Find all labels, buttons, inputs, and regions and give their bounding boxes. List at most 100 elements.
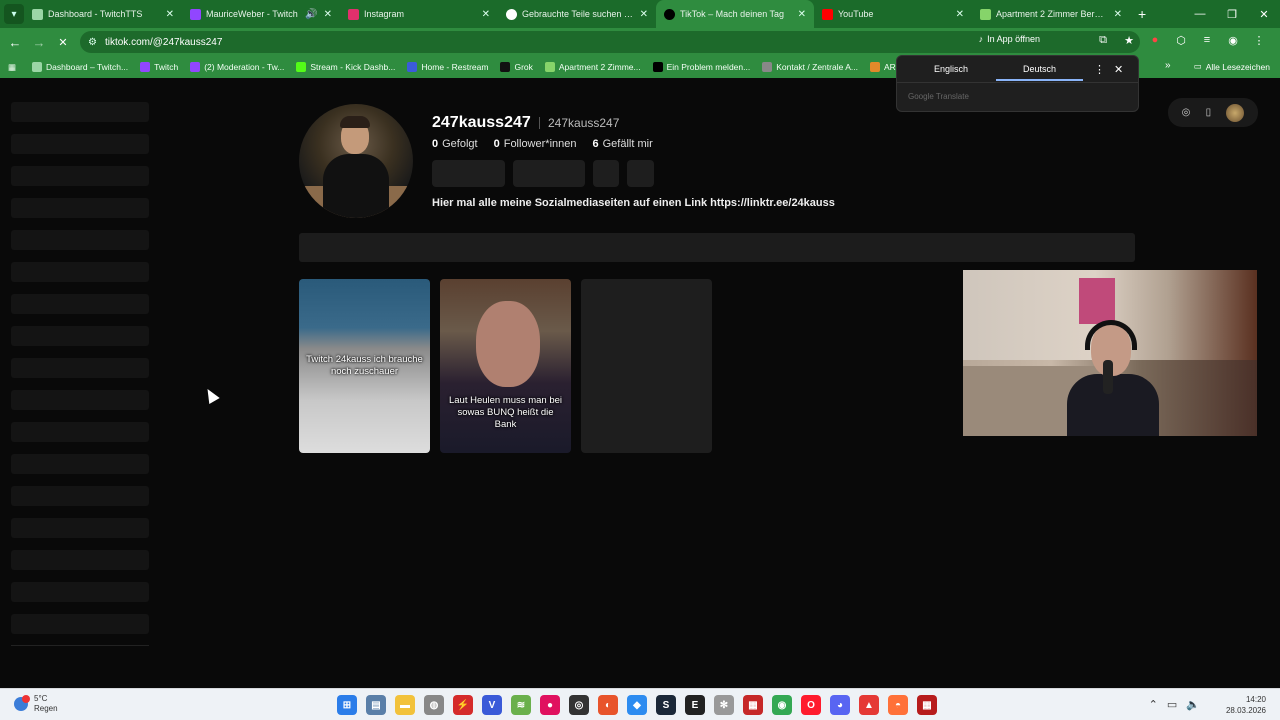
network-icon[interactable]: ▭ <box>1167 698 1177 711</box>
bookmark-favicon-icon <box>652 62 663 72</box>
gear-app-icon[interactable]: ✻ <box>714 695 734 715</box>
close-tab-icon[interactable]: ✕ <box>324 9 332 20</box>
record-app-icon[interactable]: ● <box>540 695 560 715</box>
back-icon[interactable]: ← <box>3 35 27 50</box>
bookmark-favicon-icon <box>500 62 511 72</box>
apartment-favicon-icon <box>980 8 991 20</box>
tab-mauriceweber-twitch[interactable]: MauriceWeber - Twitch 🔊 ✕ <box>182 0 340 28</box>
video-thumbnail[interactable]: Laut Heulen muss man bei sowas BUNQ heiß… <box>440 279 571 453</box>
more-bookmarks-icon[interactable]: » <box>1165 60 1171 71</box>
opera-app-icon[interactable]: O <box>801 695 821 715</box>
folder-icon: ▭ <box>1193 61 1202 71</box>
translate-target-lang[interactable]: Deutsch <box>1023 64 1056 74</box>
close-tab-icon[interactable]: ✕ <box>956 9 964 20</box>
message-button-placeholder[interactable] <box>513 160 585 187</box>
following-stat[interactable]: 0 Gefolgt <box>432 138 478 150</box>
stop-loading-icon[interactable]: ✕ <box>51 36 75 49</box>
epic-games-icon[interactable]: E <box>685 695 705 715</box>
chrome-app-icon[interactable]: ◉ <box>772 695 792 715</box>
restore-icon[interactable]: ❐ <box>1216 8 1248 21</box>
share-button-placeholder[interactable] <box>593 160 619 187</box>
close-tab-icon[interactable]: ✕ <box>798 9 806 20</box>
media-control-icon[interactable]: ≡ <box>1200 34 1214 47</box>
follow-button-placeholder[interactable] <box>432 160 505 187</box>
profile-tabs-placeholder <box>299 233 1135 262</box>
notes-app-icon[interactable]: ▤ <box>366 695 386 715</box>
discord-app-icon[interactable]: ◕ <box>830 695 850 715</box>
blue-app-icon[interactable]: ◆ <box>627 695 647 715</box>
apps-grid-icon[interactable]: ▦ <box>8 62 16 73</box>
sidebar-skeleton <box>11 230 149 250</box>
game-app-icon[interactable]: ◐ <box>598 695 618 715</box>
steam-app-icon[interactable]: S <box>656 695 676 715</box>
user-avatar-icon[interactable] <box>1226 103 1245 122</box>
tab-gebrauchte-teile[interactable]: Gebrauchte Teile suchen und fi ✕ <box>498 0 656 28</box>
new-tab-button[interactable]: + <box>1138 6 1146 22</box>
tab-youtube[interactable]: YouTube ✕ <box>814 0 972 28</box>
tab-dashboard-twitchtts[interactable]: Dashboard - TwitchTTS ✕ <box>24 0 182 28</box>
close-tab-icon[interactable]: ✕ <box>640 9 648 20</box>
bookmark-star-icon[interactable]: ★ <box>1122 34 1136 47</box>
profile-avatar-icon[interactable]: ◉ <box>1226 34 1240 47</box>
bookmark-item[interactable]: Home - Restream <box>407 62 488 72</box>
all-bookmarks-button[interactable]: ▭ Alle Lesezeichen <box>1194 61 1270 72</box>
tiktok-favicon-icon <box>664 8 675 20</box>
tiktok-top-right-controls: ◎ ▯ <box>1168 98 1258 127</box>
bookmark-item[interactable]: Twitch <box>140 62 178 72</box>
tray-chevron-icon[interactable]: ⌃ <box>1149 698 1158 711</box>
stack-app-icon[interactable]: ≋ <box>511 695 531 715</box>
followers-stat[interactable]: 0 Follower*innen <box>494 138 577 150</box>
open-in-app-button[interactable]: ♪ In App öffnen <box>979 34 1040 44</box>
bookmark-item[interactable]: Grok <box>500 62 533 72</box>
speaker-icon[interactable]: 🔊 <box>305 9 317 20</box>
file-explorer-icon[interactable]: ▬ <box>395 695 415 715</box>
windows-start-icon[interactable]: ⊞ <box>337 695 357 715</box>
bookmark-item[interactable]: Apartment 2 Zimme... <box>544 62 641 72</box>
compass-icon[interactable]: ◎ <box>1182 107 1191 118</box>
tab-search-button[interactable]: ▾ <box>4 4 24 24</box>
more-button-placeholder[interactable] <box>627 160 654 187</box>
red-bird-app-icon[interactable]: ▲ <box>859 695 879 715</box>
bookmark-item[interactable]: Stream - Kick Dashb... <box>296 62 395 72</box>
close-tab-icon[interactable]: ✕ <box>482 9 490 20</box>
translate-close-icon[interactable]: ✕ <box>1114 63 1123 76</box>
video-thumbnail[interactable]: Twitch 24kauss ich brauche noch zuschaue… <box>299 279 430 453</box>
webcam-overlay <box>963 270 1257 436</box>
tab-instagram[interactable]: Instagram ✕ <box>340 0 498 28</box>
translate-source-lang[interactable]: Englisch <box>934 64 968 74</box>
profile-avatar[interactable] <box>299 104 413 218</box>
bookmark-item[interactable]: Ein Problem melden... <box>652 62 750 72</box>
minimize-icon[interactable]: — <box>1184 8 1216 20</box>
browser-menu-icon[interactable]: ⋮ <box>1252 34 1266 47</box>
video-caption: Twitch 24kauss ich brauche noch zuschaue… <box>306 354 423 377</box>
device-icon[interactable]: ▯ <box>1206 107 1212 118</box>
site-info-icon[interactable]: ⚙ <box>88 37 97 48</box>
bookmark-item[interactable]: Kontakt / Zentrale A... <box>762 62 858 72</box>
username-separator <box>539 117 540 129</box>
bookmark-item[interactable]: Dashboard – Twitch... <box>32 62 128 72</box>
translate-options-icon[interactable]: ⋮ <box>1094 63 1105 76</box>
translate-icon[interactable]: ⧉ <box>1096 34 1110 47</box>
tab-tiktok[interactable]: TikTok – Mach deinen Tag ✕ <box>656 0 814 28</box>
obs-app-icon[interactable]: ◎ <box>569 695 589 715</box>
red-app-icon[interactable]: ⚡ <box>453 695 473 715</box>
mouse-app-icon[interactable]: ◍ <box>424 695 444 715</box>
volume-icon[interactable]: 🔈 <box>1186 698 1200 711</box>
forward-icon[interactable]: → <box>27 35 51 50</box>
streamer-tools-icon[interactable]: ▦ <box>917 695 937 715</box>
extensions-icon[interactable]: ⬡ <box>1174 34 1188 47</box>
close-tab-icon[interactable]: ✕ <box>1114 9 1122 20</box>
v-app-icon[interactable]: V <box>482 695 502 715</box>
adblock-extension-icon[interactable]: ● <box>1148 34 1162 47</box>
close-tab-icon[interactable]: ✕ <box>166 9 174 20</box>
profile-bio: Hier mal alle meine Sozialmediaseiten au… <box>432 197 835 209</box>
weather-widget[interactable]: 5°C Regen <box>14 694 58 714</box>
system-clock[interactable]: 14:20 28.03.2026 <box>1226 694 1266 716</box>
streamer-app-icon[interactable]: ▦ <box>743 695 763 715</box>
firefox-app-icon[interactable]: ◓ <box>888 695 908 715</box>
sidebar-skeleton <box>11 294 149 314</box>
sidebar-skeleton <box>11 422 149 442</box>
tab-apartment[interactable]: Apartment 2 Zimmer Bergheim ✕ <box>972 0 1130 28</box>
bookmark-item[interactable]: (2) Moderation - Tw... <box>190 62 284 72</box>
close-window-icon[interactable]: ✕ <box>1248 8 1280 21</box>
